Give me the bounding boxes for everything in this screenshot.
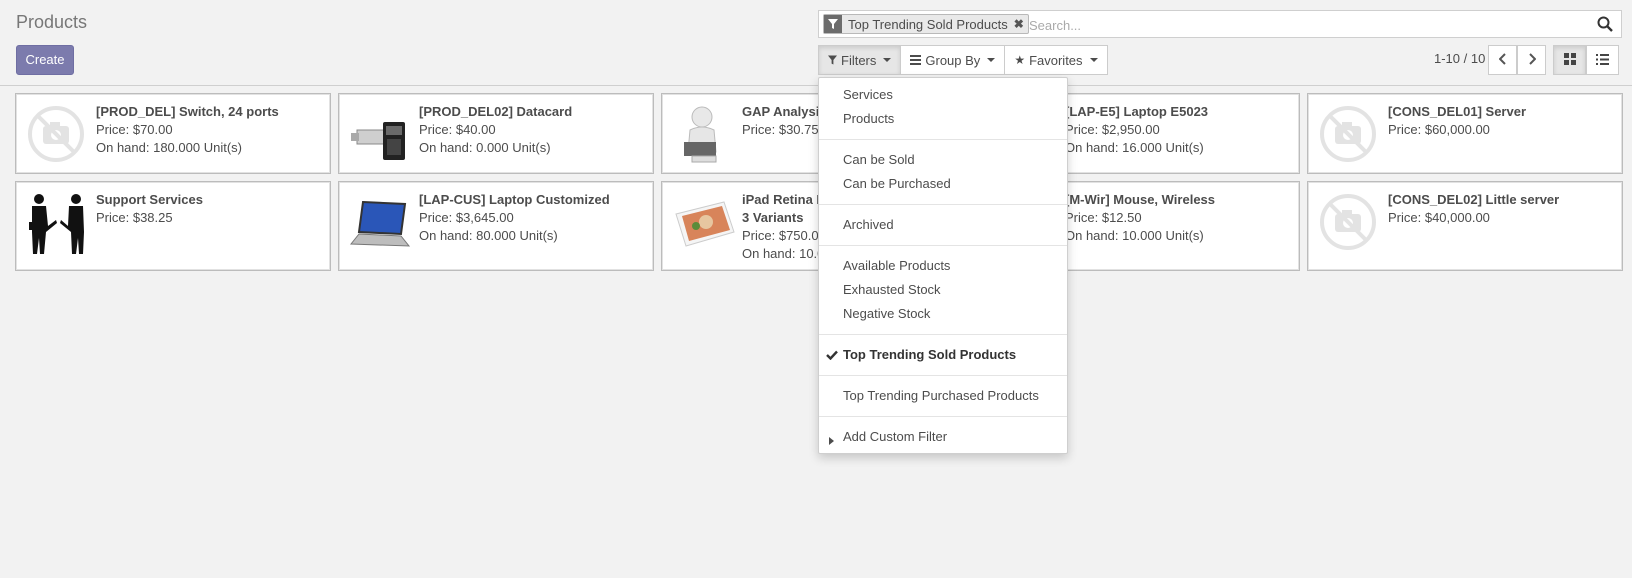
filter-icon: [824, 15, 842, 33]
product-card-body: [CONS_DEL02] Little server Price: $40,000…: [1388, 191, 1616, 227]
filters-dropdown: Services Products Can be Sold Can be Pur…: [818, 77, 1068, 454]
facet-remove-icon[interactable]: ✖: [1014, 17, 1028, 31]
filter-services[interactable]: Services: [843, 87, 893, 102]
product-name: [M-Wir] Mouse, Wireless: [1065, 192, 1216, 207]
product-card-body: [LAP-CUS] Laptop Customized Price: $3,645…: [419, 191, 647, 245]
chevron-right-icon: [1528, 52, 1536, 68]
product-card[interactable]: [CONS_DEL02] Little server Price: $40,000…: [1307, 181, 1623, 271]
filter-icon: [828, 53, 837, 68]
product-image: [26, 192, 90, 256]
search-options: Filters Group By ★ Favorites: [818, 45, 1108, 75]
filter-exhausted-stock[interactable]: Exhausted Stock: [843, 282, 941, 297]
product-on-hand: On hand: 180.000 Unit(s): [96, 140, 242, 155]
product-on-hand: On hand: 80.000 Unit(s): [419, 228, 558, 243]
divider: [819, 139, 1067, 140]
filters-label: Filters: [841, 52, 877, 68]
product-on-hand: On hand: 16.000 Unit(s): [1065, 140, 1204, 155]
search-facet: Top Trending Sold Products ✖: [823, 14, 1029, 34]
list-icon: [1596, 53, 1609, 68]
filter-available-products[interactable]: Available Products: [843, 258, 950, 273]
product-price: Price: $40.00: [419, 122, 496, 137]
page-title: Products: [16, 12, 88, 32]
product-name: Support Services: [96, 192, 203, 207]
favorites-button[interactable]: ★ Favorites: [1005, 45, 1108, 75]
filter-can-be-purchased[interactable]: Can be Purchased: [843, 176, 951, 191]
pager-next-button[interactable]: [1517, 45, 1546, 75]
add-custom-filter[interactable]: Add Custom Filter: [843, 429, 947, 444]
group-by-label: Group By: [925, 52, 981, 68]
kanban-view-button[interactable]: [1553, 45, 1586, 75]
product-image: [349, 192, 413, 256]
product-card-body: [CONS_DEL01] Server Price: $60,000.00: [1388, 103, 1616, 139]
favorites-label: Favorites: [1029, 52, 1083, 68]
product-price: Price: $2,950.00: [1065, 122, 1160, 137]
pager-previous-button[interactable]: [1488, 45, 1517, 75]
product-card[interactable]: [PROD_DEL] Switch, 24 ports Price: $70.00…: [15, 93, 331, 174]
no-image-icon: [1318, 192, 1382, 256]
product-name: [CONS_DEL01] Server: [1388, 104, 1526, 119]
facet-label: Top Trending Sold Products: [848, 16, 1008, 32]
product-name: [LAP-E5] Laptop E5023: [1065, 104, 1209, 119]
product-card[interactable]: Support Services Price: $38.25: [15, 181, 331, 271]
chevron-left-icon: [1498, 52, 1507, 68]
divider: [819, 334, 1067, 335]
product-name: [LAP-CUS] Laptop Customized: [419, 192, 610, 207]
create-button[interactable]: Create: [16, 45, 74, 75]
list-view-button[interactable]: [1586, 45, 1619, 75]
product-price: Price: $60,000.00: [1388, 122, 1490, 137]
product-card-body: Support Services Price: $38.25: [96, 191, 324, 227]
filter-products[interactable]: Products: [843, 111, 894, 126]
control-panel: Products Create Top Trending Sold Produc…: [0, 0, 1632, 86]
grid-icon: [1563, 52, 1576, 68]
product-name: [CONS_DEL02] Little server: [1388, 192, 1560, 207]
search-bar: Top Trending Sold Products ✖: [818, 10, 1622, 38]
caret-down-icon: [883, 58, 892, 62]
product-image: [672, 192, 736, 256]
product-price: Price: $38.25: [96, 210, 173, 225]
filters-button[interactable]: Filters: [818, 45, 902, 75]
product-price: Price: $40,000.00: [1388, 210, 1490, 225]
product-price: Price: $70.00: [96, 122, 173, 137]
product-card-body: [PROD_DEL02] Datacard Price: $40.00 On han…: [419, 103, 647, 157]
no-image-icon: [1318, 104, 1382, 168]
divider: [819, 204, 1067, 205]
product-card[interactable]: [CONS_DEL01] Server Price: $60,000.00: [1307, 93, 1623, 174]
caret-down-icon: [987, 58, 996, 62]
filter-top-trending-sold[interactable]: Top Trending Sold Products: [843, 347, 1016, 362]
search-input[interactable]: [1029, 15, 1529, 35]
product-card[interactable]: [LAP-CUS] Laptop Customized Price: $3,645…: [338, 181, 654, 271]
filter-can-be-sold[interactable]: Can be Sold: [843, 152, 915, 167]
product-card[interactable]: [PROD_DEL02] Datacard Price: $40.00 On han…: [338, 93, 654, 174]
product-card-body: [LAP-E5] Laptop E5023 Price: $2,950.00 On …: [1065, 103, 1293, 157]
product-on-hand: On hand: 0.000 Unit(s): [419, 140, 551, 155]
search-icon[interactable]: [1597, 16, 1615, 34]
product-name: [PROD_DEL02] Datacard: [419, 104, 573, 119]
divider: [819, 375, 1067, 376]
star-icon: ★: [1014, 53, 1026, 67]
bars-icon: [910, 53, 922, 68]
product-card-body: [M-Wir] Mouse, Wireless Price: $12.50 On h…: [1065, 191, 1293, 245]
product-name: [PROD_DEL] Switch, 24 ports: [96, 104, 279, 119]
check-icon: [826, 348, 838, 363]
divider: [819, 416, 1067, 417]
pager-value[interactable]: 1-10 / 10: [1434, 51, 1485, 66]
product-on-hand: On hand: 10.000 Unit(s): [1065, 228, 1204, 243]
group-by-button[interactable]: Group By: [901, 45, 1006, 75]
product-image: [349, 104, 413, 168]
product-price: Price: $3,645.00: [419, 210, 514, 225]
product-price: Price: $12.50: [1065, 210, 1142, 225]
no-image-icon: [26, 104, 90, 168]
filter-negative-stock[interactable]: Negative Stock: [843, 306, 930, 321]
product-card-body: [PROD_DEL] Switch, 24 ports Price: $70.00…: [96, 103, 324, 157]
caret-right-icon: [829, 433, 834, 448]
product-image: [672, 104, 736, 168]
divider: [819, 245, 1067, 246]
caret-down-icon: [1089, 58, 1098, 62]
filter-archived[interactable]: Archived: [843, 217, 894, 232]
filter-top-trending-purchased[interactable]: Top Trending Purchased Products: [843, 388, 1039, 403]
